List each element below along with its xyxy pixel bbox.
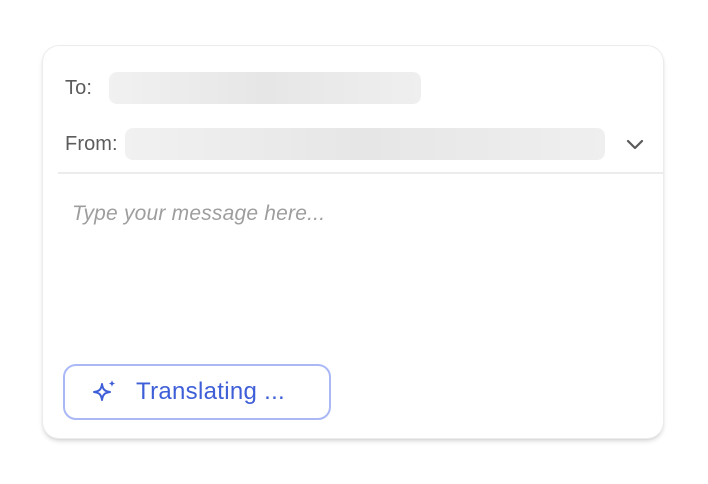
message-input[interactable]: Type your message here... bbox=[72, 202, 325, 226]
sparkle-icon bbox=[93, 380, 116, 401]
from-field[interactable] bbox=[124, 128, 605, 160]
divider bbox=[58, 172, 663, 174]
to-label: To: bbox=[65, 76, 92, 99]
to-field[interactable] bbox=[108, 72, 421, 104]
compose-card: To: From: Type your message here... Tran… bbox=[43, 46, 663, 438]
translate-button-label: Translating ... bbox=[136, 378, 286, 405]
from-row: From: bbox=[65, 128, 647, 160]
chevron-down-icon[interactable] bbox=[626, 138, 644, 150]
to-row: To: bbox=[65, 72, 421, 104]
translate-button[interactable]: Translating ... bbox=[63, 364, 331, 420]
from-label: From: bbox=[65, 132, 118, 155]
